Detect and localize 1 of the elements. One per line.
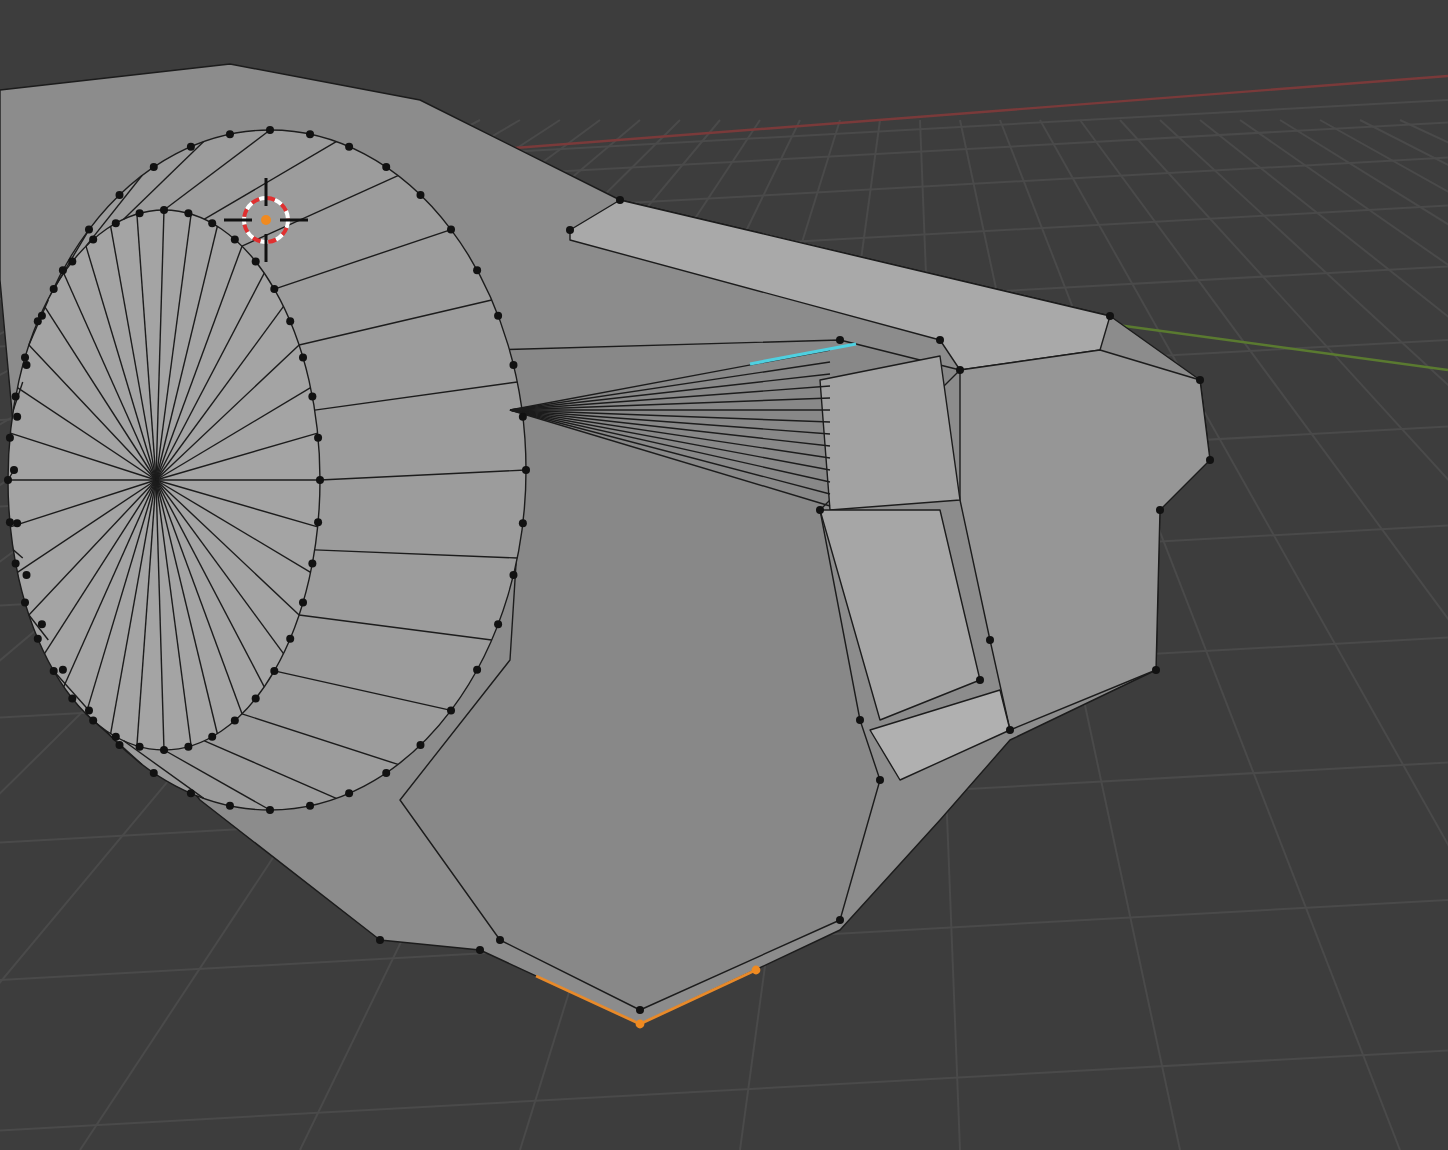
3d-cursor-icon[interactable] — [222, 176, 310, 264]
